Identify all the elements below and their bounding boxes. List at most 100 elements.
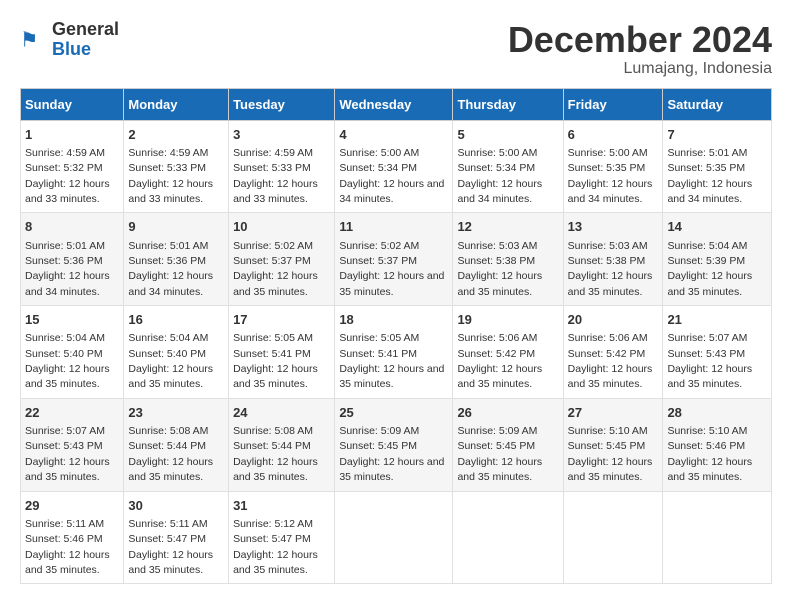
logo-blue: Blue [52,40,119,60]
header-saturday: Saturday [663,88,772,120]
day-number: 28 [667,404,767,422]
day-info: Sunrise: 4:59 AMSunset: 5:32 PMDaylight:… [25,147,110,205]
day-info: Sunrise: 5:00 AMSunset: 5:34 PMDaylight:… [457,147,542,205]
calendar-cell: 28 Sunrise: 5:10 AMSunset: 5:46 PMDaylig… [663,398,772,491]
day-info: Sunrise: 5:04 AMSunset: 5:39 PMDaylight:… [667,240,752,298]
day-info: Sunrise: 5:12 AMSunset: 5:47 PMDaylight:… [233,518,318,576]
calendar-cell: 5 Sunrise: 5:00 AMSunset: 5:34 PMDayligh… [453,120,563,213]
day-number: 6 [568,126,659,144]
day-number: 19 [457,311,558,329]
day-info: Sunrise: 5:07 AMSunset: 5:43 PMDaylight:… [667,332,752,390]
day-info: Sunrise: 5:07 AMSunset: 5:43 PMDaylight:… [25,425,110,483]
header-sunday: Sunday [21,88,124,120]
day-info: Sunrise: 5:02 AMSunset: 5:37 PMDaylight:… [233,240,318,298]
day-number: 17 [233,311,330,329]
calendar-cell: 10 Sunrise: 5:02 AMSunset: 5:37 PMDaylig… [229,213,335,306]
calendar-cell: 11 Sunrise: 5:02 AMSunset: 5:37 PMDaylig… [335,213,453,306]
day-info: Sunrise: 5:11 AMSunset: 5:47 PMDaylight:… [128,518,213,576]
day-number: 3 [233,126,330,144]
calendar-cell: 13 Sunrise: 5:03 AMSunset: 5:38 PMDaylig… [563,213,663,306]
calendar-cell: 2 Sunrise: 4:59 AMSunset: 5:33 PMDayligh… [124,120,229,213]
day-number: 15 [25,311,119,329]
day-number: 12 [457,218,558,236]
calendar-cell: 1 Sunrise: 4:59 AMSunset: 5:32 PMDayligh… [21,120,124,213]
day-info: Sunrise: 4:59 AMSunset: 5:33 PMDaylight:… [233,147,318,205]
day-info: Sunrise: 5:09 AMSunset: 5:45 PMDaylight:… [457,425,542,483]
day-info: Sunrise: 5:03 AMSunset: 5:38 PMDaylight:… [457,240,542,298]
calendar-cell: 24 Sunrise: 5:08 AMSunset: 5:44 PMDaylig… [229,398,335,491]
calendar-cell: 20 Sunrise: 5:06 AMSunset: 5:42 PMDaylig… [563,306,663,399]
day-number: 11 [339,218,448,236]
logo: ⚑ General Blue [20,20,119,60]
calendar-cell [563,491,663,584]
calendar-cell: 15 Sunrise: 5:04 AMSunset: 5:40 PMDaylig… [21,306,124,399]
calendar-cell: 3 Sunrise: 4:59 AMSunset: 5:33 PMDayligh… [229,120,335,213]
header-thursday: Thursday [453,88,563,120]
day-info: Sunrise: 5:06 AMSunset: 5:42 PMDaylight:… [568,332,653,390]
calendar-cell: 14 Sunrise: 5:04 AMSunset: 5:39 PMDaylig… [663,213,772,306]
calendar-cell: 7 Sunrise: 5:01 AMSunset: 5:35 PMDayligh… [663,120,772,213]
calendar-cell [453,491,563,584]
header-friday: Friday [563,88,663,120]
day-number: 7 [667,126,767,144]
day-number: 9 [128,218,224,236]
calendar-cell: 22 Sunrise: 5:07 AMSunset: 5:43 PMDaylig… [21,398,124,491]
day-info: Sunrise: 5:05 AMSunset: 5:41 PMDaylight:… [339,332,444,390]
calendar-table: SundayMondayTuesdayWednesdayThursdayFrid… [20,88,772,585]
day-info: Sunrise: 5:05 AMSunset: 5:41 PMDaylight:… [233,332,318,390]
day-number: 25 [339,404,448,422]
day-number: 13 [568,218,659,236]
weekday-header-row: SundayMondayTuesdayWednesdayThursdayFrid… [21,88,772,120]
header-monday: Monday [124,88,229,120]
day-info: Sunrise: 5:03 AMSunset: 5:38 PMDaylight:… [568,240,653,298]
day-info: Sunrise: 5:10 AMSunset: 5:46 PMDaylight:… [667,425,752,483]
location-subtitle: Lumajang, Indonesia [508,60,772,78]
day-number: 26 [457,404,558,422]
day-info: Sunrise: 5:01 AMSunset: 5:36 PMDaylight:… [128,240,213,298]
calendar-cell: 19 Sunrise: 5:06 AMSunset: 5:42 PMDaylig… [453,306,563,399]
week-row-4: 22 Sunrise: 5:07 AMSunset: 5:43 PMDaylig… [21,398,772,491]
day-number: 30 [128,497,224,515]
calendar-cell: 12 Sunrise: 5:03 AMSunset: 5:38 PMDaylig… [453,213,563,306]
calendar-cell: 21 Sunrise: 5:07 AMSunset: 5:43 PMDaylig… [663,306,772,399]
day-info: Sunrise: 5:00 AMSunset: 5:35 PMDaylight:… [568,147,653,205]
day-info: Sunrise: 5:09 AMSunset: 5:45 PMDaylight:… [339,425,444,483]
day-info: Sunrise: 5:10 AMSunset: 5:45 PMDaylight:… [568,425,653,483]
day-info: Sunrise: 5:01 AMSunset: 5:35 PMDaylight:… [667,147,752,205]
day-info: Sunrise: 4:59 AMSunset: 5:33 PMDaylight:… [128,147,213,205]
day-info: Sunrise: 5:00 AMSunset: 5:34 PMDaylight:… [339,147,444,205]
month-title: December 2024 [508,20,772,60]
week-row-2: 8 Sunrise: 5:01 AMSunset: 5:36 PMDayligh… [21,213,772,306]
title-block: December 2024 Lumajang, Indonesia [508,20,772,78]
day-number: 5 [457,126,558,144]
svg-text:⚑: ⚑ [20,29,38,52]
calendar-cell: 29 Sunrise: 5:11 AMSunset: 5:46 PMDaylig… [21,491,124,584]
page-header: ⚑ General Blue December 2024 Lumajang, I… [20,20,772,78]
day-number: 16 [128,311,224,329]
day-number: 14 [667,218,767,236]
day-info: Sunrise: 5:06 AMSunset: 5:42 PMDaylight:… [457,332,542,390]
day-number: 1 [25,126,119,144]
calendar-cell: 23 Sunrise: 5:08 AMSunset: 5:44 PMDaylig… [124,398,229,491]
day-info: Sunrise: 5:04 AMSunset: 5:40 PMDaylight:… [128,332,213,390]
logo-general: General [52,20,119,40]
day-number: 24 [233,404,330,422]
header-tuesday: Tuesday [229,88,335,120]
calendar-cell: 16 Sunrise: 5:04 AMSunset: 5:40 PMDaylig… [124,306,229,399]
calendar-cell: 4 Sunrise: 5:00 AMSunset: 5:34 PMDayligh… [335,120,453,213]
day-info: Sunrise: 5:02 AMSunset: 5:37 PMDaylight:… [339,240,444,298]
calendar-cell: 9 Sunrise: 5:01 AMSunset: 5:36 PMDayligh… [124,213,229,306]
day-info: Sunrise: 5:08 AMSunset: 5:44 PMDaylight:… [233,425,318,483]
day-info: Sunrise: 5:08 AMSunset: 5:44 PMDaylight:… [128,425,213,483]
calendar-cell [335,491,453,584]
day-info: Sunrise: 5:11 AMSunset: 5:46 PMDaylight:… [25,518,110,576]
day-number: 22 [25,404,119,422]
day-number: 21 [667,311,767,329]
logo-icon: ⚑ [20,26,48,54]
day-number: 29 [25,497,119,515]
calendar-cell: 26 Sunrise: 5:09 AMSunset: 5:45 PMDaylig… [453,398,563,491]
calendar-cell [663,491,772,584]
header-wednesday: Wednesday [335,88,453,120]
calendar-cell: 31 Sunrise: 5:12 AMSunset: 5:47 PMDaylig… [229,491,335,584]
calendar-cell: 27 Sunrise: 5:10 AMSunset: 5:45 PMDaylig… [563,398,663,491]
